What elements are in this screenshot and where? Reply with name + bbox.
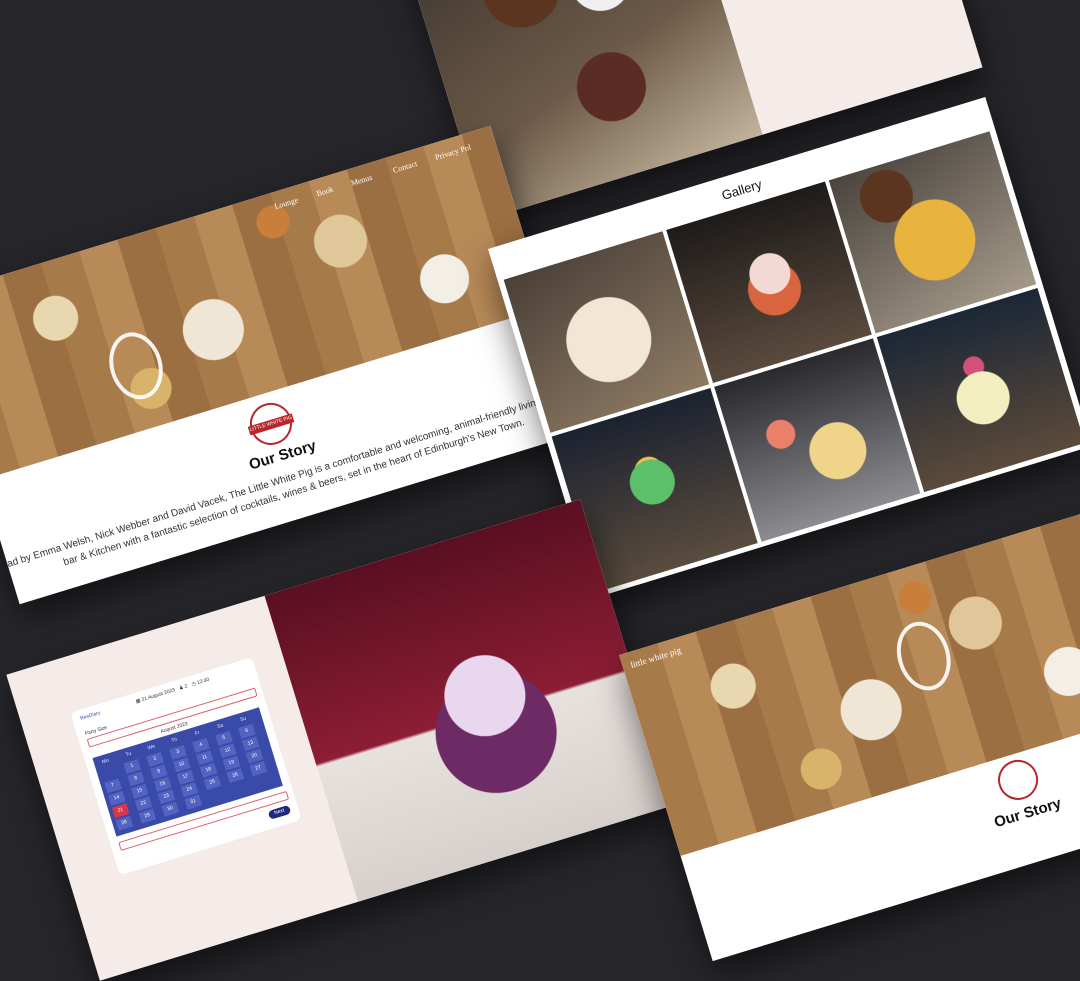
logo-mark-icon [101, 325, 171, 406]
party-size-value: ♟ 2 [178, 683, 189, 692]
selected-time: 12:30 [196, 676, 211, 687]
calendar-day[interactable]: 30 [161, 801, 180, 817]
calendar-day[interactable]: 28 [115, 815, 134, 831]
weekday-label: Mo [101, 757, 110, 766]
little-white-pig-logo: LITTLE WHITE PIG [244, 397, 298, 451]
calendar-day[interactable]: 27 [249, 761, 268, 777]
logo-text: LITTLE WHITE PIG [247, 413, 295, 436]
gallery-grid [503, 131, 1080, 592]
calendar-day[interactable]: 26 [226, 768, 245, 784]
calendar-day[interactable]: 29 [138, 808, 157, 824]
calendar-day[interactable]: 31 [184, 794, 203, 810]
story-title-2: Our Story [992, 794, 1064, 832]
home-page-card-2: little white pig Our Story omforta [619, 508, 1080, 962]
party-size-number: 2 [183, 683, 189, 690]
next-button[interactable]: Next [267, 804, 292, 820]
logo-mark-icon-2 [888, 614, 959, 698]
little-white-pig-logo-2 [993, 754, 1044, 805]
resdiary-logo: ResDiary [79, 710, 102, 722]
booking-widget: ResDiary ▦ 21 August 2023 ♟ 2 ◷ 12:30 Pa… [70, 657, 302, 876]
calendar-day[interactable]: 25 [203, 775, 222, 791]
selected-date: 21 August 2023 [140, 687, 176, 704]
